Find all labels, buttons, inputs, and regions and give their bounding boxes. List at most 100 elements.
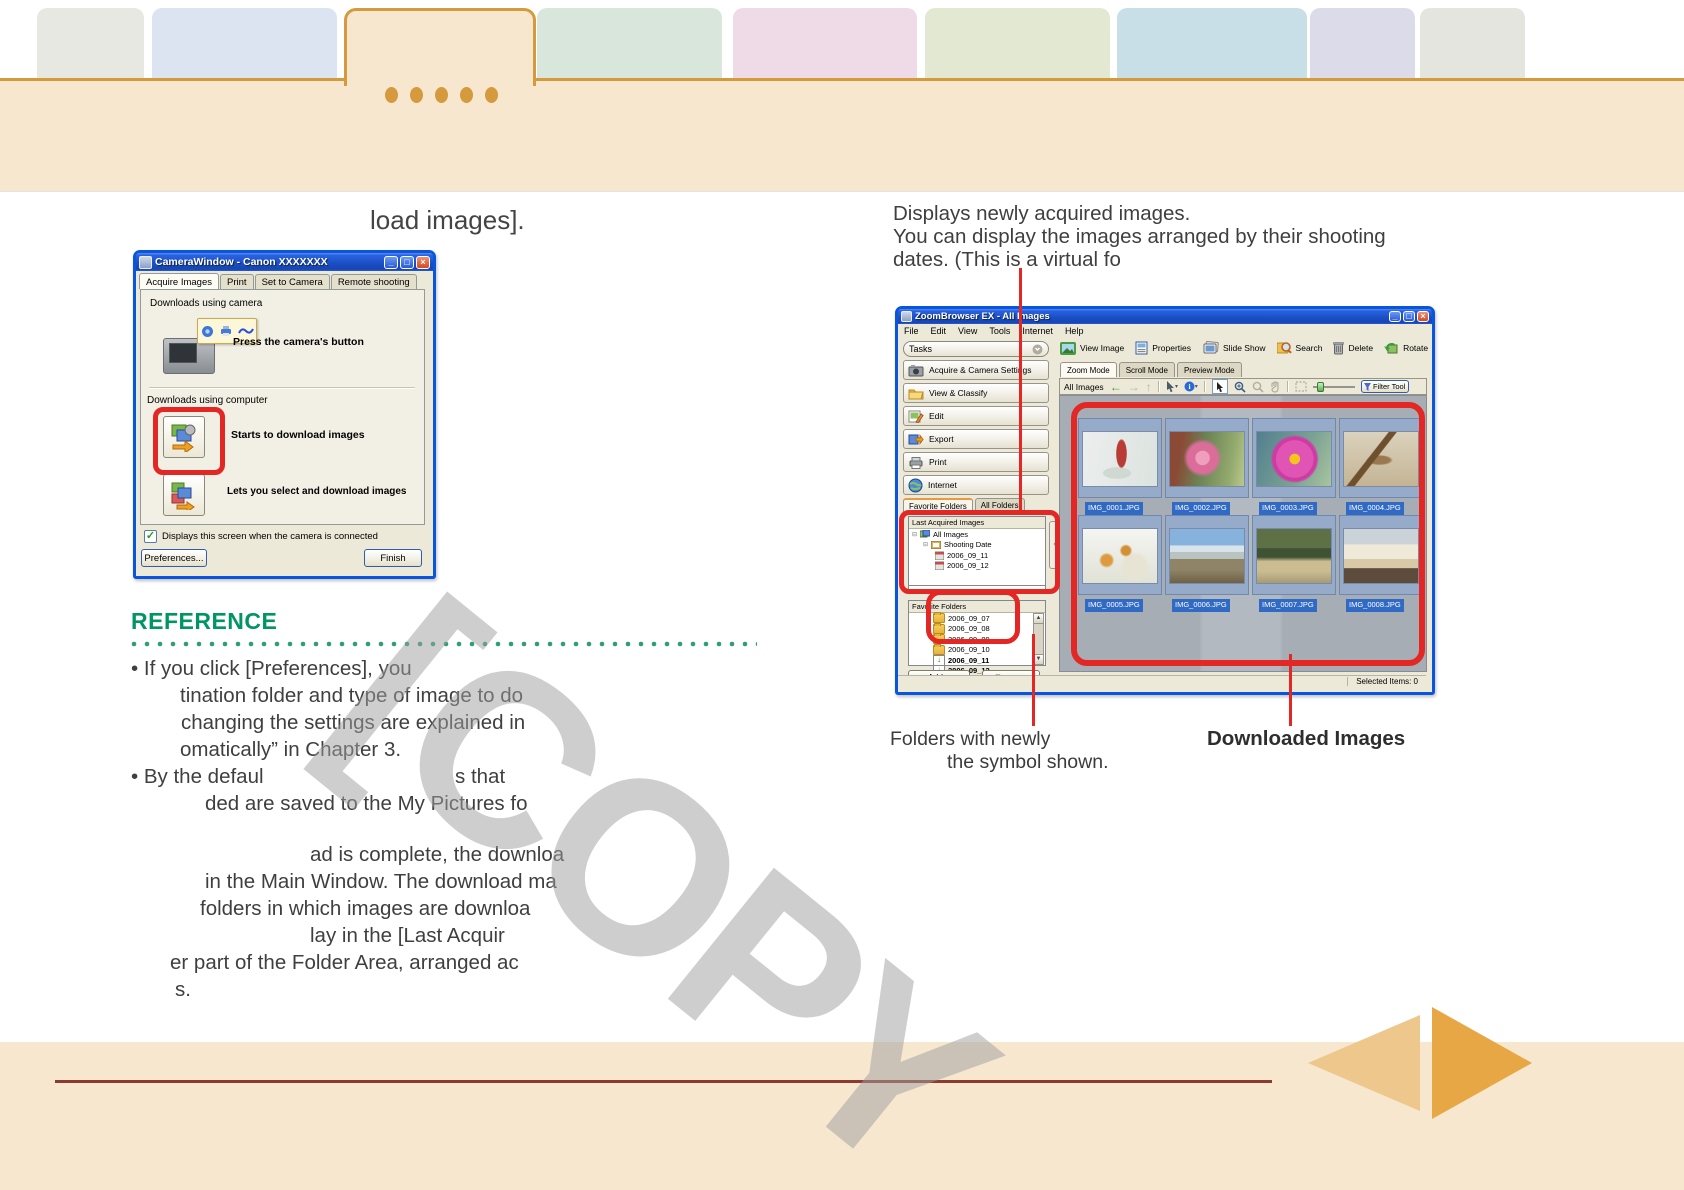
folder-row[interactable]: 2006_09_10 (909, 643, 1045, 656)
task-label: Export (929, 434, 954, 444)
chapter-tab-3-active[interactable] (344, 8, 536, 86)
rotate-button[interactable]: Rotate (1384, 341, 1428, 355)
checkbox-label: Displays this screen when the camera is … (162, 531, 378, 542)
tab-remote-shooting[interactable]: Remote shooting (330, 274, 417, 290)
marquee-icon[interactable] (1295, 381, 1307, 392)
maximize-button[interactable]: □ (400, 255, 414, 269)
reference-line: ad is complete, the downloa (310, 843, 565, 866)
tasks-label: Tasks (909, 344, 933, 354)
export-icon (908, 433, 924, 445)
previous-page-icon[interactable] (1308, 1015, 1420, 1111)
chapter-tab-1[interactable] (37, 8, 144, 78)
folder-row-new[interactable]: ↓ 2006_09_11 (909, 654, 1045, 666)
select-tool-dropdown-icon[interactable] (1166, 381, 1178, 392)
tab-set-to-camera[interactable]: Set to Camera (254, 274, 330, 290)
show-screen-checkbox-row: ✓ Displays this screen when the camera i… (144, 530, 378, 543)
zoom-in-icon[interactable] (1234, 381, 1246, 393)
zoom-out-icon[interactable] (1252, 381, 1264, 393)
chapter-tab-9[interactable] (1420, 8, 1525, 78)
task-acquire-camera-settings[interactable]: Acquire & Camera Settings (903, 360, 1049, 380)
reference-line: changing the settings are explained in (181, 711, 526, 734)
view-image-button[interactable]: View Image (1060, 341, 1125, 355)
manual-page: load images]. Displays newly acquired im… (0, 0, 1684, 1190)
view-image-icon (1060, 341, 1076, 355)
active-tab-dot (410, 87, 423, 103)
selected-items-status: Selected Items: 0 (1347, 677, 1418, 686)
task-export[interactable]: Export (903, 429, 1049, 449)
finish-button[interactable]: Finish (364, 549, 422, 567)
chapter-tab-2[interactable] (152, 8, 337, 78)
menu-file[interactable]: File (904, 326, 919, 336)
wave-icon (237, 328, 254, 334)
delete-button[interactable]: Delete (1333, 341, 1373, 355)
chapter-tab-7[interactable] (1117, 8, 1307, 78)
slide-show-button[interactable]: Slide Show (1202, 341, 1266, 355)
menu-internet[interactable]: Internet (1022, 326, 1053, 336)
filter-tool-button[interactable]: Filter Tool (1360, 380, 1409, 393)
scroll-up-icon[interactable]: ▲ (1033, 613, 1044, 624)
divider (149, 387, 415, 389)
checkbox-checked[interactable]: ✓ (144, 530, 157, 543)
task-label: Edit (929, 411, 944, 421)
hand-pan-icon[interactable] (1270, 380, 1281, 393)
search-icon (1276, 342, 1292, 354)
section-label: Downloads using camera (150, 298, 263, 309)
select-download-images-icon (171, 482, 195, 510)
camera-window-icon (139, 255, 152, 269)
info-dropdown[interactable]: i ▾ (1184, 381, 1198, 392)
new-images-folder-icon: ↓ (933, 654, 945, 666)
caption-folders-line2: the symbol shown. (947, 751, 1109, 773)
tab-preview-mode[interactable]: Preview Mode (1176, 362, 1242, 377)
task-internet[interactable]: Internet (903, 475, 1049, 495)
toolbar-label: View Image (1080, 343, 1125, 353)
tab-acquire-images[interactable]: Acquire Images (139, 273, 220, 289)
acquire-images-tab-page: Downloads using camera Press the camera'… (140, 289, 425, 525)
chapter-tab-6[interactable] (925, 8, 1110, 78)
menu-help[interactable]: Help (1065, 326, 1084, 336)
task-view-classify[interactable]: View & Classify (903, 383, 1049, 403)
task-edit[interactable]: Edit (903, 406, 1049, 426)
camera-window: CameraWindow - Canon XXXXXXX _ □ × Acqui… (133, 250, 436, 579)
menu-view[interactable]: View (958, 326, 977, 336)
annotation-box-start-download (153, 407, 225, 475)
collapse-tasks-icon[interactable] (1032, 344, 1043, 355)
zoombrowser-titlebar[interactable]: ZoomBrowser EX - All Images _ □ × (898, 309, 1432, 324)
tab-print[interactable]: Print (220, 274, 254, 290)
toolbar-label: Search (1295, 343, 1323, 353)
chapter-tab-4[interactable] (537, 8, 722, 78)
forward-arrow-icon[interactable]: → (1128, 380, 1140, 394)
search-button[interactable]: Search (1276, 341, 1323, 355)
camera-window-title: CameraWindow - Canon XXXXXXX (155, 256, 328, 268)
back-arrow-icon[interactable]: ← (1110, 380, 1122, 394)
maximize-button[interactable]: □ (1403, 311, 1415, 322)
page-nav-arrows (1308, 1007, 1532, 1119)
zoombrowser-title: ZoomBrowser EX - All Images (915, 311, 1050, 322)
reference-line-fragment: s that (455, 765, 506, 788)
minimize-button[interactable]: _ (1389, 311, 1401, 322)
chapter-tab-8[interactable] (1310, 8, 1415, 78)
preferences-button[interactable]: Preferences... (141, 549, 207, 567)
pointer-icon (1216, 381, 1223, 392)
task-print[interactable]: Print (903, 452, 1049, 472)
thumbnail-size-slider[interactable] (1312, 381, 1355, 392)
camera-window-titlebar[interactable]: CameraWindow - Canon XXXXXXX _ □ × (136, 253, 433, 271)
properties-button[interactable]: Properties (1135, 341, 1191, 355)
menu-tools[interactable]: Tools (989, 326, 1010, 336)
pointer-tool-button[interactable] (1211, 379, 1228, 394)
tab-zoom-mode[interactable]: Zoom Mode (1060, 362, 1117, 377)
chapter-tab-5[interactable] (733, 8, 917, 78)
camera-icon (908, 364, 924, 376)
task-label: View & Classify (929, 388, 988, 398)
up-arrow-icon[interactable]: ↑ (1146, 380, 1152, 394)
close-button[interactable]: × (1417, 311, 1429, 322)
minimize-button[interactable]: _ (384, 255, 398, 269)
active-tab-dot (485, 87, 498, 103)
menu-edit[interactable]: Edit (931, 326, 947, 336)
printer-icon (220, 326, 231, 336)
footer-rule (55, 1080, 1272, 1083)
tab-scroll-mode[interactable]: Scroll Mode (1118, 362, 1175, 377)
annotation-box-last-acquired (899, 510, 1060, 594)
close-button[interactable]: × (416, 255, 430, 269)
select-download-button[interactable] (163, 474, 205, 516)
next-page-icon[interactable] (1432, 1007, 1532, 1119)
